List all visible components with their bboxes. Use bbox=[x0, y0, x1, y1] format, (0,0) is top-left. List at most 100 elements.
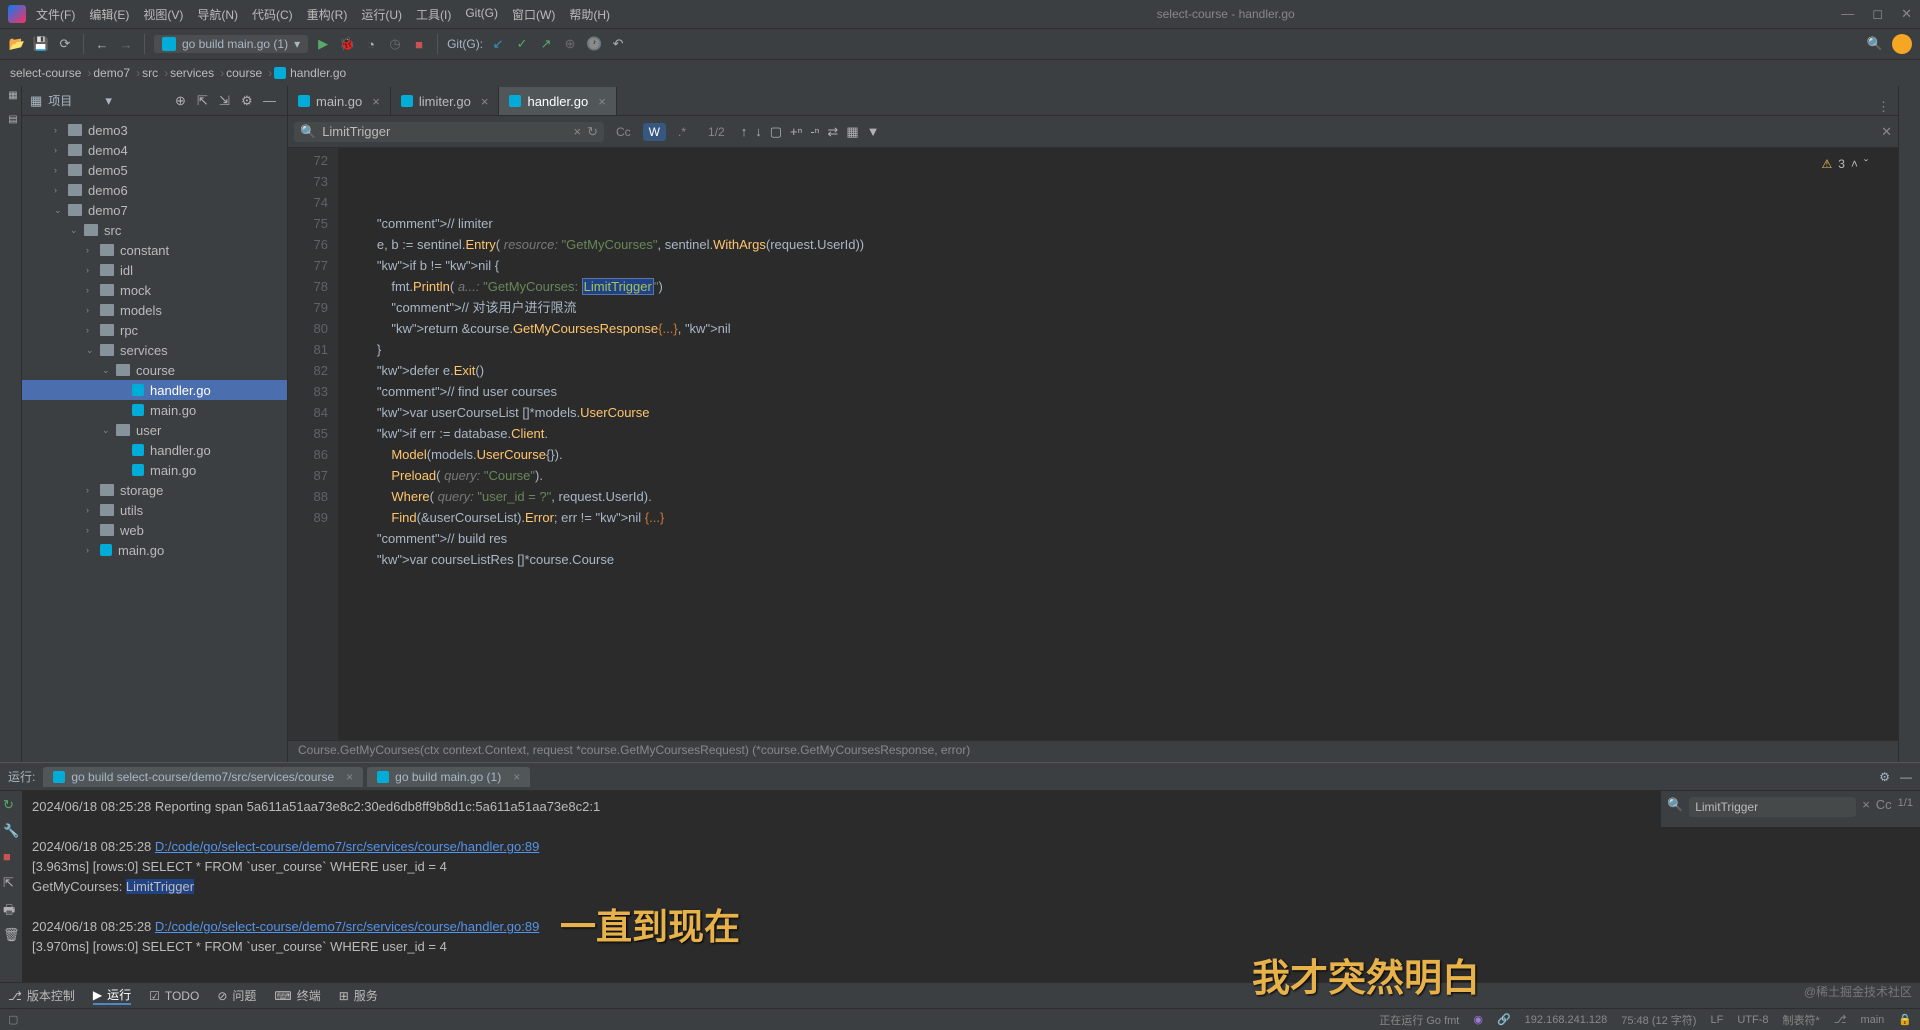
back-icon[interactable]: ← bbox=[93, 35, 111, 53]
code-content[interactable]: ⚠ 3 ˄ ˇ "comment">// limiter e, b := sen… bbox=[338, 148, 1898, 740]
status-position[interactable]: 75:48 (12 字符) bbox=[1621, 1012, 1696, 1028]
tree-item[interactable]: ⌄src bbox=[22, 220, 287, 240]
git-push-icon[interactable]: ↗ bbox=[537, 35, 555, 53]
tree-item[interactable]: ›utils bbox=[22, 500, 287, 520]
bottom-tab[interactable]: ⊞服务 bbox=[339, 987, 378, 1004]
run-tab[interactable]: go build main.go (1)× bbox=[367, 767, 530, 787]
tree-item[interactable]: main.go bbox=[22, 460, 287, 480]
run-hide-icon[interactable]: — bbox=[1900, 770, 1912, 784]
forward-icon[interactable]: → bbox=[117, 35, 135, 53]
bottom-tab[interactable]: ☑TODO bbox=[149, 989, 199, 1003]
breadcrumb-item[interactable]: select-course bbox=[10, 66, 81, 80]
editor-tab[interactable]: handler.go× bbox=[499, 87, 616, 115]
lock-icon[interactable]: 🔒 bbox=[1898, 1013, 1912, 1026]
chevron-up-icon[interactable]: ˄ bbox=[1851, 154, 1858, 175]
expand-icon[interactable]: ⇱ bbox=[197, 93, 213, 109]
breadcrumb-item[interactable]: handler.go bbox=[290, 66, 346, 80]
remove-selection-icon[interactable]: -ⁿ bbox=[810, 124, 819, 140]
link-icon[interactable]: 🔗 bbox=[1497, 1013, 1511, 1026]
run-icon[interactable]: ▶ bbox=[314, 35, 332, 53]
undo-icon[interactable]: ↶ bbox=[609, 35, 627, 53]
menu-item[interactable]: Git(G) bbox=[465, 6, 498, 23]
structure-toolwindow-icon[interactable]: ▤ bbox=[3, 114, 19, 130]
open-icon[interactable]: 📂 bbox=[8, 35, 26, 53]
hide-icon[interactable]: — bbox=[263, 93, 279, 109]
funnel-icon[interactable]: ▼ bbox=[867, 124, 880, 140]
close-icon[interactable]: ✕ bbox=[1901, 6, 1912, 22]
tree-item[interactable]: handler.go bbox=[22, 440, 287, 460]
rerun-icon[interactable]: ↻ bbox=[3, 797, 19, 813]
editor-tab[interactable]: limiter.go× bbox=[391, 87, 500, 115]
status-encoding[interactable]: UTF-8 bbox=[1737, 1014, 1768, 1026]
run-tab[interactable]: go build select-course/demo7/src/service… bbox=[43, 767, 363, 787]
file-link[interactable]: D:/code/go/select-course/demo7/src/servi… bbox=[155, 919, 539, 934]
tree-item[interactable]: ›storage bbox=[22, 480, 287, 500]
tree-item[interactable]: ›main.go bbox=[22, 540, 287, 560]
tree-item[interactable]: ›idl bbox=[22, 260, 287, 280]
stop-icon[interactable]: ■ bbox=[3, 849, 19, 865]
tabs-menu-icon[interactable]: ⋮ bbox=[1869, 99, 1898, 115]
menu-item[interactable]: 窗口(W) bbox=[512, 6, 555, 23]
console-search-input[interactable] bbox=[1689, 797, 1856, 817]
status-indent[interactable]: 制表符* bbox=[1782, 1012, 1819, 1028]
menu-item[interactable]: 导航(N) bbox=[197, 6, 238, 23]
tree-item[interactable]: ›demo4 bbox=[22, 140, 287, 160]
git-pull-icon[interactable]: ↙ bbox=[489, 35, 507, 53]
breadcrumb-item[interactable]: src bbox=[142, 66, 158, 80]
project-view-icon[interactable]: ▦ bbox=[30, 93, 42, 109]
breadcrumb-item[interactable]: demo7 bbox=[93, 66, 130, 80]
file-link[interactable]: D:/code/go/select-course/demo7/src/servi… bbox=[155, 839, 539, 854]
menu-item[interactable]: 重构(R) bbox=[307, 6, 348, 23]
status-branch[interactable]: main bbox=[1860, 1014, 1884, 1026]
git-clock-icon[interactable]: 🕐 bbox=[585, 35, 603, 53]
bottom-tab[interactable]: ⎇版本控制 bbox=[8, 987, 75, 1004]
locate-icon[interactable]: ⊕ bbox=[175, 93, 191, 109]
tree-item[interactable]: ⌄user bbox=[22, 420, 287, 440]
menu-item[interactable]: 编辑(E) bbox=[89, 6, 129, 23]
run-settings-icon[interactable]: ⚙ bbox=[1879, 770, 1890, 784]
next-match-icon[interactable]: ↓ bbox=[755, 124, 762, 140]
bottom-tab[interactable]: ⌨终端 bbox=[274, 987, 320, 1004]
tree-item[interactable]: ›demo3 bbox=[22, 120, 287, 140]
bottom-tab[interactable]: ▶运行 bbox=[93, 986, 131, 1005]
project-toolwindow-icon[interactable]: ▦ bbox=[3, 90, 19, 106]
save-icon[interactable]: 💾 bbox=[32, 35, 50, 53]
run-config-selector[interactable]: go build main.go (1) ▾ bbox=[154, 35, 308, 53]
avatar-icon[interactable] bbox=[1892, 34, 1912, 54]
chevron-down-icon[interactable]: ˇ bbox=[1864, 154, 1868, 175]
maximize-icon[interactable]: ◻ bbox=[1872, 6, 1883, 22]
project-tree[interactable]: ›demo3›demo4›demo5›demo6⌄demo7⌄src›const… bbox=[22, 116, 287, 762]
breadcrumb-item[interactable]: services bbox=[170, 66, 214, 80]
tree-item[interactable]: ⌄demo7 bbox=[22, 200, 287, 220]
inspection-widget[interactable]: ⚠ 3 ˄ ˇ bbox=[1822, 154, 1868, 175]
chevron-down-icon[interactable]: ▾ bbox=[105, 93, 112, 109]
tree-item[interactable]: ›rpc bbox=[22, 320, 287, 340]
search-icon[interactable]: 🔍 bbox=[1866, 35, 1884, 53]
settings-icon[interactable]: ⚙ bbox=[241, 93, 257, 109]
window-controls[interactable]: — ◻ ✕ bbox=[1841, 6, 1912, 22]
tree-item[interactable]: ›constant bbox=[22, 240, 287, 260]
wrench-icon[interactable]: 🔧 bbox=[3, 823, 19, 839]
coverage-icon[interactable]: ◔ bbox=[362, 35, 380, 53]
toggle-selection-icon[interactable]: ⇄ bbox=[827, 124, 838, 140]
db-icon[interactable]: ◉ bbox=[1473, 1013, 1483, 1026]
select-all-icon[interactable]: ▢ bbox=[770, 124, 782, 140]
tree-item[interactable]: ›demo6 bbox=[22, 180, 287, 200]
match-case-icon[interactable]: Cc bbox=[1876, 797, 1892, 812]
tree-item[interactable]: ⌄course bbox=[22, 360, 287, 380]
layout-icon[interactable]: ⇱ bbox=[3, 875, 19, 891]
match-case-button[interactable]: Cc bbox=[610, 123, 637, 141]
profile-icon[interactable]: ◷ bbox=[386, 35, 404, 53]
menu-item[interactable]: 文件(F) bbox=[36, 6, 75, 23]
tree-item[interactable]: main.go bbox=[22, 400, 287, 420]
close-find-icon[interactable]: ✕ bbox=[1881, 124, 1892, 140]
status-eol[interactable]: LF bbox=[1710, 1014, 1723, 1026]
menu-item[interactable]: 代码(C) bbox=[252, 6, 293, 23]
menu-item[interactable]: 视图(V) bbox=[143, 6, 183, 23]
whole-word-button[interactable]: W bbox=[643, 123, 666, 141]
tree-item[interactable]: ⌄services bbox=[22, 340, 287, 360]
add-selection-icon[interactable]: +ⁿ bbox=[790, 124, 802, 140]
trash-icon[interactable]: 🗑 bbox=[3, 927, 19, 943]
regex-button[interactable]: .* bbox=[672, 123, 692, 141]
print-icon[interactable]: 🖶 bbox=[3, 901, 19, 917]
